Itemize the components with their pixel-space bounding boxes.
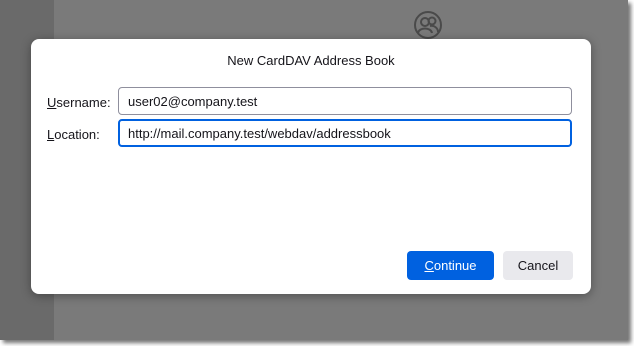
username-label-text: sername:	[56, 95, 111, 110]
cancel-button[interactable]: Cancel	[503, 251, 573, 280]
location-label-text: ocation:	[54, 127, 100, 142]
username-label: Username:	[47, 95, 111, 110]
contacts-icon	[413, 10, 443, 40]
dialog-title: New CardDAV Address Book	[227, 53, 395, 68]
continue-button-label: ontinue	[433, 258, 477, 273]
cancel-button-label: Cancel	[517, 258, 559, 273]
app-window: New CardDAV Address Book Username: Locat…	[0, 0, 628, 340]
carddav-dialog: New CardDAV Address Book Username: Locat…	[31, 39, 591, 294]
username-input[interactable]	[118, 87, 572, 115]
continue-button[interactable]: Continue	[407, 251, 494, 280]
location-input[interactable]	[118, 119, 572, 147]
location-label: Location:	[47, 127, 100, 142]
username-label-accesskey: U	[47, 95, 57, 110]
continue-button-accesskey: C	[424, 258, 434, 273]
